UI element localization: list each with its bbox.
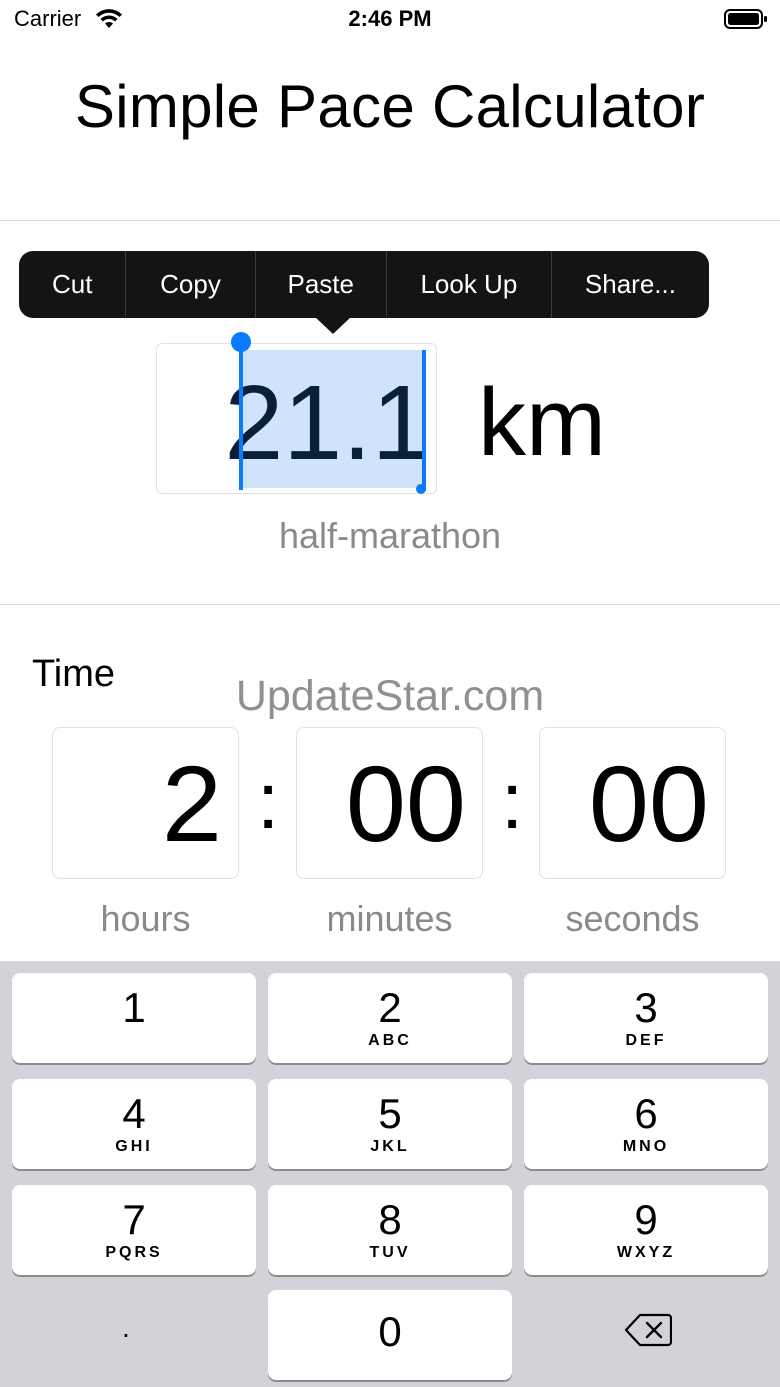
key-9[interactable]: 9 WXYZ — [524, 1185, 768, 1275]
edit-context-menu: Cut Copy Paste Look Up Share... — [19, 251, 709, 318]
page-title: Simple Pace Calculator — [74, 73, 706, 140]
key-4[interactable]: 4 GHI — [12, 1079, 256, 1169]
minutes-label: minutes — [326, 898, 453, 939]
menu-share[interactable]: Share... — [552, 251, 709, 318]
key-6[interactable]: 6 MNO — [524, 1079, 768, 1169]
key-letters: PQRS — [105, 1244, 163, 1261]
selection-handle-start-knob[interactable] — [231, 332, 251, 352]
menu-cut[interactable]: Cut — [19, 251, 127, 318]
key-3[interactable]: 3 DEF — [524, 973, 768, 1063]
seconds-field[interactable]: 00 — [539, 727, 726, 879]
key-number: 6 — [634, 1090, 658, 1137]
key-letters: DEF — [625, 1032, 667, 1049]
key-letters: ABC — [368, 1032, 412, 1049]
key-number: 7 — [122, 1196, 146, 1243]
key-5[interactable]: 5 JKL — [268, 1079, 512, 1169]
selection-handle-end-knob[interactable] — [416, 484, 426, 494]
key-number: 1 — [122, 984, 146, 1031]
time-separator: : — [501, 756, 524, 845]
distance-preset-label: half-marathon — [278, 515, 502, 556]
key-1[interactable]: 1 — [12, 973, 256, 1063]
key-0[interactable]: 0 — [268, 1290, 512, 1380]
key-number: 0 — [378, 1308, 402, 1355]
menu-paste[interactable]: Paste — [256, 251, 387, 318]
key-number: 8 — [378, 1196, 402, 1243]
minutes-field[interactable]: 00 — [296, 727, 483, 879]
time-separator: : — [257, 756, 280, 845]
key-2[interactable]: 2 ABC — [268, 973, 512, 1063]
selection-handle-start[interactable] — [239, 350, 243, 490]
distance-value[interactable]: 21.1 — [220, 358, 435, 488]
hours-label: hours — [100, 898, 191, 939]
divider — [0, 604, 780, 605]
battery-icon — [724, 9, 767, 29]
key-letters: WXYZ — [616, 1244, 676, 1261]
key-decimal[interactable]: . — [122, 1312, 130, 1344]
menu-look-up[interactable]: Look Up — [387, 251, 552, 318]
key-letters: GHI — [115, 1138, 153, 1155]
key-number: 2 — [378, 984, 402, 1031]
menu-copy[interactable]: Copy — [126, 251, 256, 318]
seconds-label: seconds — [565, 898, 700, 939]
watermark: UpdateStar.com — [235, 672, 545, 720]
selection-handle-end[interactable] — [422, 350, 426, 490]
key-7[interactable]: 7 PQRS — [12, 1185, 256, 1275]
status-time: 2:46 PM — [348, 6, 432, 31]
key-number: 3 — [634, 984, 658, 1031]
divider — [0, 220, 780, 221]
distance-unit: km — [478, 369, 606, 476]
key-letters: MNO — [622, 1138, 670, 1155]
key-8[interactable]: 8 TUV — [268, 1185, 512, 1275]
key-letters: TUV — [369, 1244, 411, 1261]
key-number: 9 — [634, 1196, 658, 1243]
backspace-icon[interactable] — [624, 1312, 672, 1348]
key-letters: JKL — [370, 1138, 410, 1155]
key-number: 4 — [122, 1090, 146, 1137]
key-number: 5 — [378, 1090, 402, 1137]
menu-pointer — [314, 316, 352, 334]
hours-field[interactable]: 2 — [52, 727, 239, 879]
